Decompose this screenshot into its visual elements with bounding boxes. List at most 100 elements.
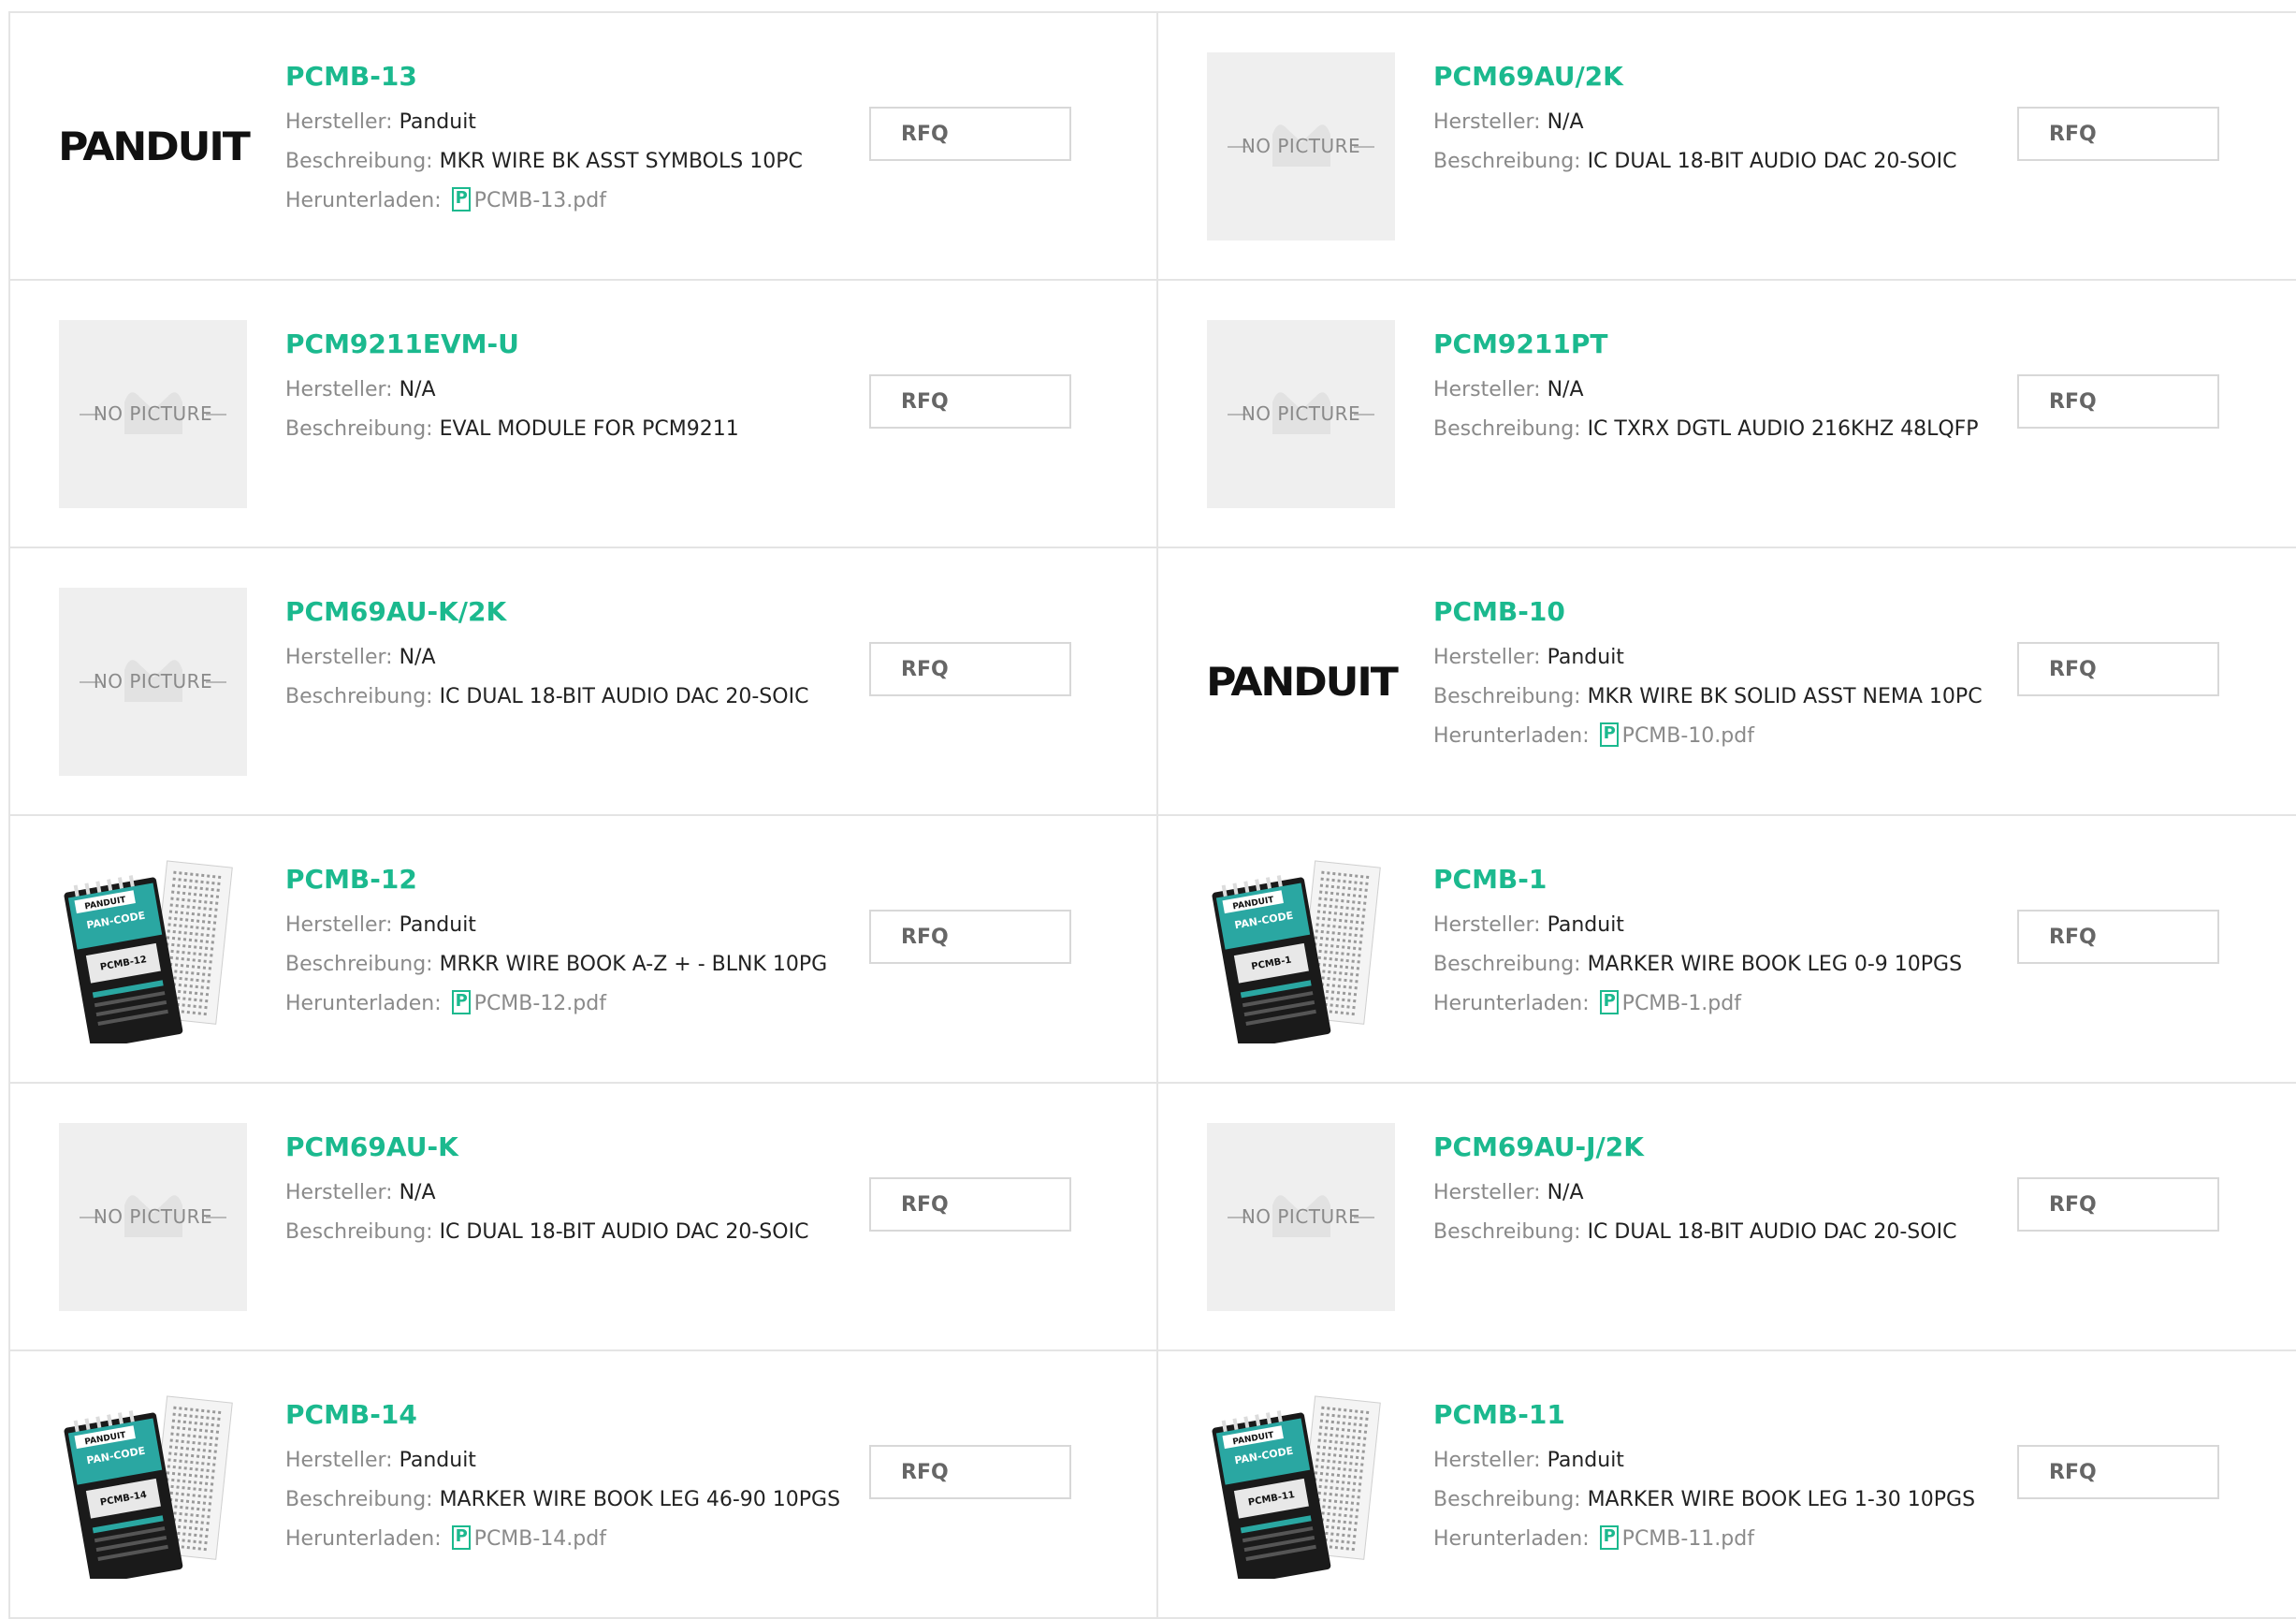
product-info: PCMB-14 Hersteller: Panduit Beschreibung…	[285, 1400, 847, 1559]
description-value: MKR WIRE BK ASST SYMBOLS 10PC	[439, 150, 803, 173]
description-label: Beschreibung:	[1433, 1220, 1588, 1244]
download-row: Herunterladen: P PCMB-12.pdf	[285, 985, 847, 1024]
description-row: Beschreibung: IC DUAL 18-BIT AUDIO DAC 2…	[285, 678, 847, 717]
manufacturer-value: N/A	[399, 1181, 436, 1204]
description-value: IC DUAL 18-BIT AUDIO DAC 20-SOIC	[1587, 1220, 1957, 1244]
description-value: MRKR WIRE BOOK A-Z + - BLNK 10PG	[439, 953, 828, 976]
product-card-pcm9211pt: NO PICTURE PCM9211PT Hersteller: N/A Bes…	[1158, 281, 2296, 548]
rfq-button[interactable]: RFQ	[869, 107, 1071, 161]
product-grid: PANDUIT PCMB-13 Hersteller: Panduit Besc…	[8, 11, 2296, 1619]
download-row: Herunterladen: P PCMB-14.pdf	[285, 1520, 847, 1559]
datasheet-link[interactable]: PCMB-11.pdf	[1622, 1527, 1754, 1551]
datasheet-link[interactable]: PCMB-13.pdf	[474, 189, 606, 212]
part-number-link[interactable]: PCMB-1	[1433, 865, 1547, 895]
description-label: Beschreibung:	[1433, 685, 1588, 708]
part-number-link[interactable]: PCMB-10	[1433, 597, 1565, 627]
marker-book-illustration: PANDUITPAN-CODEPCMB-1	[1212, 860, 1381, 1050]
download-row: Herunterladen: P PCMB-1.pdf	[1433, 985, 1995, 1024]
part-number-link[interactable]: PCM69AU-K	[285, 1132, 458, 1162]
product-card-pcm9211evm-u: NO PICTURE PCM9211EVM-U Hersteller: N/A …	[10, 281, 1158, 548]
description-value: EVAL MODULE FOR PCM9211	[439, 417, 739, 441]
datasheet-link[interactable]: PCMB-12.pdf	[474, 992, 606, 1015]
manufacturer-row: Hersteller: N/A	[1433, 1174, 1995, 1213]
download-label: Herunterladen:	[285, 1527, 448, 1551]
download-label: Herunterladen:	[285, 189, 448, 212]
description-label: Beschreibung:	[1433, 953, 1588, 976]
manufacturer-row: Hersteller: Panduit	[285, 103, 847, 142]
rfq-button[interactable]: RFQ	[2017, 374, 2219, 429]
part-number-link[interactable]: PCMB-11	[1433, 1400, 1565, 1430]
product-info: PCM69AU-K/2K Hersteller: N/A Beschreibun…	[285, 597, 847, 717]
description-label: Beschreibung:	[1433, 1488, 1588, 1511]
datasheet-link[interactable]: PCMB-10.pdf	[1622, 724, 1754, 748]
rfq-button[interactable]: RFQ	[869, 642, 1071, 696]
no-picture-text: NO PICTURE	[1241, 135, 1361, 157]
no-picture-placeholder: NO PICTURE	[59, 320, 247, 508]
part-number-link[interactable]: PCM69AU/2K	[1433, 62, 1623, 92]
marker-book-image: PANDUIT PAN-CODE PCMB-1	[1207, 855, 1395, 1050]
description-value: IC DUAL 18-BIT AUDIO DAC 20-SOIC	[439, 1220, 809, 1244]
description-row: Beschreibung: MARKER WIRE BOOK LEG 0-9 1…	[1433, 945, 1995, 985]
marker-book-image: PANDUIT PAN-CODE PCMB-11	[1207, 1391, 1395, 1585]
manufacturer-row: Hersteller: N/A	[285, 1174, 847, 1213]
no-picture-placeholder: NO PICTURE	[1207, 1123, 1395, 1311]
no-picture-placeholder: NO PICTURE	[1207, 52, 1395, 241]
no-picture-text: NO PICTURE	[93, 1205, 213, 1228]
description-value: MARKER WIRE BOOK LEG 0-9 10PGS	[1587, 953, 1963, 976]
pdf-icon[interactable]: P	[451, 990, 471, 1014]
part-number-link[interactable]: PCMB-13	[285, 62, 417, 92]
manufacturer-value: Panduit	[1547, 913, 1624, 937]
product-info: PCM9211PT Hersteller: N/A Beschreibung: …	[1433, 329, 1995, 449]
product-info: PCM9211EVM-U Hersteller: N/A Beschreibun…	[285, 329, 847, 449]
manufacturer-value: N/A	[399, 646, 436, 669]
pdf-icon[interactable]: P	[1599, 722, 1619, 747]
manufacturer-row: Hersteller: Panduit	[285, 1441, 847, 1480]
part-number-link[interactable]: PCM69AU-K/2K	[285, 597, 506, 627]
download-label: Herunterladen:	[285, 992, 448, 1015]
manufacturer-value: N/A	[1547, 110, 1584, 134]
download-row: Herunterladen: P PCMB-13.pdf	[285, 182, 847, 221]
datasheet-link[interactable]: PCMB-1.pdf	[1622, 992, 1741, 1015]
rfq-button[interactable]: RFQ	[869, 1177, 1071, 1232]
description-label: Beschreibung:	[285, 1220, 440, 1244]
no-picture-text: NO PICTURE	[1241, 1205, 1361, 1228]
description-label: Beschreibung:	[285, 953, 440, 976]
description-row: Beschreibung: MRKR WIRE BOOK A-Z + - BLN…	[285, 945, 847, 985]
product-card-pcm69au-j-2k: NO PICTURE PCM69AU-J/2K Hersteller: N/A …	[1158, 1084, 2296, 1351]
rfq-button[interactable]: RFQ	[2017, 1177, 2219, 1232]
description-row: Beschreibung: MARKER WIRE BOOK LEG 1-30 …	[1433, 1480, 1995, 1520]
part-number-link[interactable]: PCM69AU-J/2K	[1433, 1132, 1644, 1162]
manufacturer-row: Hersteller: Panduit	[1433, 906, 1995, 945]
product-card-pcm69au-k: NO PICTURE PCM69AU-K Hersteller: N/A Bes…	[10, 1084, 1158, 1351]
description-row: Beschreibung: MARKER WIRE BOOK LEG 46-90…	[285, 1480, 847, 1520]
manufacturer-value: Panduit	[399, 1449, 476, 1472]
part-number-link[interactable]: PCM9211PT	[1433, 329, 1607, 359]
datasheet-link[interactable]: PCMB-14.pdf	[474, 1527, 606, 1551]
part-number-link[interactable]: PCMB-12	[285, 865, 417, 895]
rfq-button[interactable]: RFQ	[2017, 1445, 2219, 1499]
part-number-link[interactable]: PCMB-14	[285, 1400, 417, 1430]
pdf-icon[interactable]: P	[1599, 990, 1619, 1014]
manufacturer-value: N/A	[1547, 378, 1584, 401]
rfq-button[interactable]: RFQ	[2017, 642, 2219, 696]
description-value: IC TXRX DGTL AUDIO 216KHZ 48LQFP	[1587, 417, 1979, 441]
product-card-pcm69au-2k: NO PICTURE PCM69AU/2K Hersteller: N/A Be…	[1158, 13, 2296, 281]
product-info: PCM69AU-K Hersteller: N/A Beschreibung: …	[285, 1132, 847, 1252]
product-card-pcmb-10: PANDUIT PCMB-10 Hersteller: Panduit Besc…	[1158, 548, 2296, 816]
pdf-icon[interactable]: P	[1599, 1525, 1619, 1550]
manufacturer-row: Hersteller: N/A	[1433, 103, 1995, 142]
rfq-button[interactable]: RFQ	[869, 910, 1071, 964]
download-label: Herunterladen:	[1433, 1527, 1596, 1551]
download-label: Herunterladen:	[1433, 724, 1596, 748]
rfq-button[interactable]: RFQ	[869, 1445, 1071, 1499]
description-label: Beschreibung:	[285, 150, 440, 173]
manufacturer-label: Hersteller:	[285, 646, 400, 669]
pdf-icon[interactable]: P	[451, 187, 471, 211]
manufacturer-row: Hersteller: N/A	[285, 638, 847, 678]
pdf-icon[interactable]: P	[451, 1525, 471, 1550]
rfq-button[interactable]: RFQ	[2017, 910, 2219, 964]
rfq-button[interactable]: RFQ	[869, 374, 1071, 429]
part-number-link[interactable]: PCM9211EVM-U	[285, 329, 519, 359]
rfq-button[interactable]: RFQ	[2017, 107, 2219, 161]
panduit-logo: PANDUIT	[1206, 588, 1399, 776]
